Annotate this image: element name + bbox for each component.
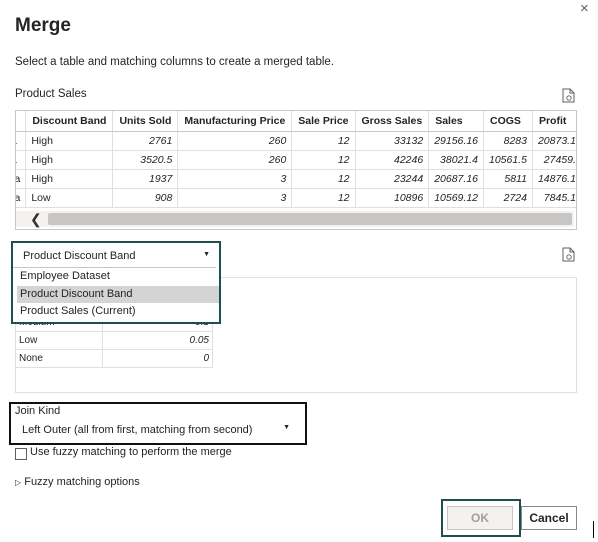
ok-button[interactable]: OK — [447, 506, 513, 530]
column-header[interactable]: Manufacturing Price — [177, 111, 293, 132]
table-cell: 0 — [102, 349, 213, 368]
text-cursor — [593, 521, 594, 538]
join-kind-label: Join Kind — [15, 405, 61, 417]
join-kind-value: Left Outer (all from first, matching fro… — [22, 424, 253, 436]
fuzzy-matching-label: Use fuzzy matching to perform the merge — [30, 446, 232, 458]
close-icon[interactable]: × — [580, 0, 589, 17]
chevron-down-icon: ▼ — [283, 424, 290, 431]
fuzzy-options-label: Fuzzy matching options — [24, 476, 140, 488]
table-cell: 38021.4 — [428, 150, 484, 170]
table-cell: 12 — [291, 131, 356, 151]
table-cell: None — [16, 349, 103, 368]
table-cell: a — [16, 150, 27, 170]
table-cell: 3 — [177, 169, 293, 189]
dialog-instructions: Select a table and matching columns to c… — [15, 56, 334, 68]
column-header[interactable]: Units Sold — [112, 111, 179, 132]
column-header[interactable]: : — [16, 111, 27, 132]
join-kind-select[interactable]: Left Outer (all from first, matching fro… — [16, 420, 298, 438]
table-cell: 0.05 — [102, 331, 213, 350]
table-cell: 27459.9 — [532, 150, 576, 170]
table-cell: 2761 — [112, 131, 179, 151]
scrollbar-thumb[interactable] — [48, 213, 572, 225]
table-cell: 10896 — [355, 188, 430, 208]
table-row: None 0 — [16, 349, 213, 368]
table-row: aHigh3520.5260124224638021.410561.527459… — [16, 150, 576, 170]
table-cell: 20873.16 — [532, 131, 576, 151]
table-cell: 10561.5 — [483, 150, 533, 170]
table-cell: a — [16, 131, 27, 151]
column-header[interactable]: Sales — [428, 111, 484, 132]
scroll-left-icon[interactable]: ❮ — [30, 211, 42, 228]
table-cell: 12 — [291, 188, 356, 208]
table-cell: 1937 — [112, 169, 179, 189]
table-cell: Low — [25, 188, 114, 208]
table-cell: 7845.12 — [532, 188, 576, 208]
table-cell: Low — [16, 331, 103, 350]
dropdown-option[interactable]: Employee Dataset — [17, 268, 219, 285]
table-cell: 42246 — [355, 150, 430, 170]
table-row: aHigh2761260123313229156.16828320873.16 — [16, 131, 576, 151]
table-cell: 29156.16 — [428, 131, 484, 151]
table-cell: 2724 — [483, 188, 533, 208]
table-cell: 33132 — [355, 131, 430, 151]
dropdown-option[interactable]: Product Sales (Current) — [17, 303, 219, 317]
fuzzy-matching-checkbox[interactable] — [15, 448, 27, 460]
table-cell: 12 — [291, 150, 356, 170]
column-header[interactable]: Gross Sales — [355, 111, 430, 132]
table-cell: 3 — [177, 188, 293, 208]
table-cell: High — [25, 131, 114, 151]
table-cell: 12 — [291, 169, 356, 189]
table-cell: 20687.16 — [428, 169, 484, 189]
second-table-select[interactable]: Product Discount Band ▼ — [17, 247, 215, 267]
table-cell: 260 — [177, 131, 293, 151]
dialog-title: Merge — [15, 15, 71, 36]
fuzzy-options-toggle[interactable]: ▷ Fuzzy matching options — [15, 476, 140, 488]
first-table-grid: :Discount BandUnits SoldManufacturing Pr… — [16, 111, 576, 208]
table-cell: 260 — [177, 150, 293, 170]
chevron-down-icon: ▼ — [203, 251, 210, 258]
expand-icon: ▷ — [15, 478, 22, 487]
second-table-select-value: Product Discount Band — [23, 250, 136, 262]
first-table-label: Product Sales — [15, 88, 87, 100]
table-cell: 3520.5 — [112, 150, 179, 170]
table-row: Low 0.05 — [16, 331, 213, 350]
table-row: raLow9083121089610569.1227247845.12 — [16, 188, 576, 208]
column-header[interactable]: COGS — [483, 111, 533, 132]
table-cell: 908 — [112, 188, 179, 208]
refresh-preview-icon-2[interactable] — [562, 247, 575, 262]
table-cell: 10569.12 — [428, 188, 484, 208]
table-row: raHigh19373122324420687.16581114876.16 — [16, 169, 576, 189]
column-header[interactable]: Profit — [532, 111, 576, 132]
dropdown-option-selected[interactable]: Product Discount Band — [17, 286, 219, 303]
table-cell: 14876.16 — [532, 169, 576, 189]
table-cell: High — [25, 150, 114, 170]
table-cell: High — [25, 169, 114, 189]
column-header[interactable]: Discount Band — [25, 111, 114, 132]
table-cell: 8283 — [483, 131, 533, 151]
cancel-button[interactable]: Cancel — [521, 506, 577, 530]
table-cell: 5811 — [483, 169, 533, 189]
column-header[interactable]: Sale Price — [291, 111, 356, 132]
table-cell: ra — [16, 169, 27, 189]
table-cell: ra — [16, 188, 27, 208]
refresh-preview-icon[interactable] — [562, 88, 575, 103]
table-cell: 23244 — [355, 169, 430, 189]
